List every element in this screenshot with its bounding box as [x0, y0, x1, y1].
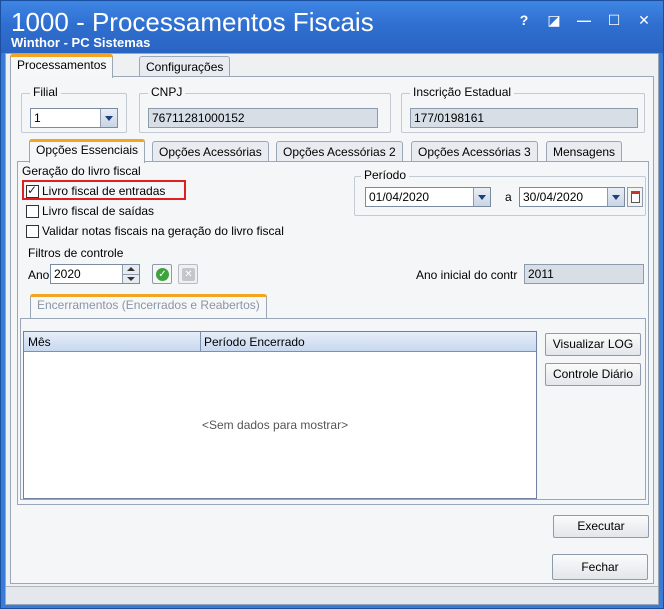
cnpj-field: 76711281000152 [148, 108, 378, 128]
minimize-icon[interactable]: — [573, 11, 595, 29]
fechar-button[interactable]: Fechar [552, 554, 648, 580]
tab-opcoes-acessorias[interactable]: Opções Acessórias [152, 141, 269, 163]
x-icon: ✕ [182, 268, 195, 281]
controle-diario-button[interactable]: Controle Diário [545, 363, 641, 386]
restore-icon[interactable]: ◪ [543, 11, 565, 29]
window-controls: ? ◪ — ☐ ✕ [513, 11, 655, 29]
empty-message: <Sem dados para mostrar> [202, 418, 349, 432]
maximize-icon[interactable]: ☐ [603, 11, 625, 29]
checkbox-label: Validar notas fiscais na geração do livr… [42, 224, 284, 238]
encerramentos-panel: Mês Período Encerrado <Sem dados para mo… [20, 318, 646, 500]
col-mes[interactable]: Mês [28, 335, 51, 349]
checkbox-box[interactable] [26, 204, 39, 218]
checkbox-livro-entradas[interactable]: Livro fiscal de entradas [26, 183, 166, 198]
filial-value: 1 [34, 111, 41, 125]
executar-button[interactable]: Executar [553, 515, 649, 538]
checkbox-box[interactable] [26, 183, 39, 198]
checkbox-label: Livro fiscal de saídas [42, 204, 155, 218]
chevron-down-icon[interactable] [473, 188, 490, 206]
check-icon: ✓ [156, 268, 169, 281]
opcoes-essenciais-panel: Geração do livro fiscal Livro fiscal de … [17, 161, 649, 505]
tab-encerramentos[interactable]: Encerramentos (Encerrados e Reabertos) [30, 294, 267, 318]
visualizar-log-button[interactable]: Visualizar LOG [545, 333, 641, 356]
window-subtitle: Winthor - PC Sistemas [11, 35, 151, 50]
periodo-end[interactable]: 30/04/2020 [519, 187, 625, 207]
cnpj-label: CNPJ [148, 85, 186, 99]
chevron-down-icon[interactable] [607, 188, 624, 206]
ie-field: 177/0198161 [410, 108, 638, 128]
grid-header: Mês Período Encerrado [24, 332, 536, 352]
tab-opcoes-acessorias-2[interactable]: Opções Acessórias 2 [276, 141, 403, 163]
ano-inicial-label: Ano inicial do contr [416, 268, 518, 282]
app-window: 1000 - Processamentos Fiscais Winthor - … [0, 0, 664, 609]
close-icon[interactable]: ✕ [633, 11, 655, 29]
periodo-label: Período [361, 168, 410, 182]
filial-label: Filial [30, 85, 61, 99]
confirm-button[interactable]: ✓ [152, 264, 172, 284]
ano-stepper[interactable]: 2020 [50, 264, 140, 284]
periodo-sep: a [505, 190, 512, 204]
checkbox-label: Livro fiscal de entradas [42, 184, 166, 198]
checkbox-validar-notas[interactable]: Validar notas fiscais na geração do livr… [26, 224, 284, 238]
tab-mensagens[interactable]: Mensagens [546, 141, 623, 163]
status-bar [6, 586, 658, 604]
geracao-label: Geração do livro fiscal [22, 164, 141, 178]
client-area: Processamentos Configurações Filial 1 CN… [5, 53, 659, 605]
chevron-down-icon[interactable] [100, 109, 117, 127]
ano-label: Ano [28, 268, 50, 282]
tab-configuracoes[interactable]: Configurações [139, 56, 231, 78]
encerramentos-grid[interactable]: Mês Período Encerrado <Sem dados para mo… [23, 331, 537, 499]
ie-label: Inscrição Estadual [410, 85, 515, 99]
cnpj-group: CNPJ 76711281000152 [139, 85, 391, 133]
title-bar[interactable]: 1000 - Processamentos Fiscais Winthor - … [1, 1, 663, 53]
ano-value: 2020 [54, 267, 81, 281]
calendar-icon[interactable] [627, 187, 643, 207]
help-icon[interactable]: ? [513, 11, 535, 29]
filial-select[interactable]: 1 [30, 108, 118, 128]
ie-group: Inscrição Estadual 177/0198161 [401, 85, 645, 133]
tab-opcoes-essenciais[interactable]: Opções Essenciais [29, 139, 146, 163]
cancel-button[interactable]: ✕ [178, 264, 198, 284]
window-title: 1000 - Processamentos Fiscais [11, 7, 374, 37]
checkbox-livro-saidas[interactable]: Livro fiscal de saídas [26, 204, 154, 218]
col-periodo-encerrado[interactable]: Período Encerrado [204, 335, 305, 349]
tab-processamentos[interactable]: Processamentos [10, 54, 114, 78]
periodo-start[interactable]: 01/04/2020 [365, 187, 491, 207]
periodo-start-value: 01/04/2020 [369, 190, 430, 204]
filtros-label: Filtros de controle [28, 246, 124, 260]
processamentos-panel: Filial 1 CNPJ 76711281000152 Inscrição E… [10, 76, 654, 584]
checkbox-box[interactable] [26, 224, 39, 238]
increment-icon[interactable] [122, 265, 139, 274]
ano-inicial-field: 2011 [524, 264, 644, 284]
decrement-icon[interactable] [122, 274, 139, 283]
periodo-group: Período 01/04/2020 a 30/04/2020 [354, 168, 646, 216]
tab-opcoes-acessorias-3[interactable]: Opções Acessórias 3 [411, 141, 538, 163]
periodo-end-value: 30/04/2020 [523, 190, 584, 204]
filial-group: Filial 1 [21, 85, 127, 133]
